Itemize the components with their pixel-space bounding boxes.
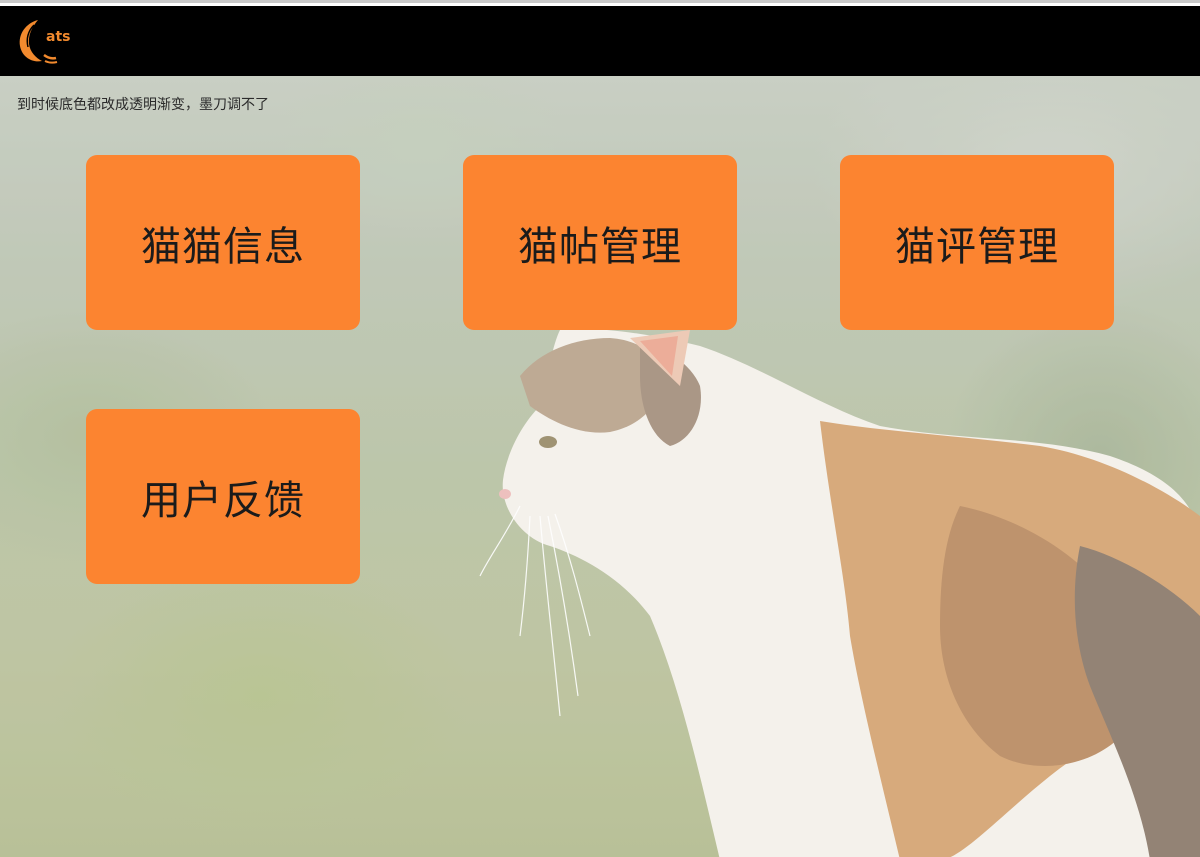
logo-text: ats <box>46 29 71 45</box>
tile-cat-info-label: 猫猫信息 <box>141 223 305 270</box>
cats-logo-icon[interactable]: ats <box>14 17 72 65</box>
tile-user-feedback-label: 用户反馈 <box>141 477 305 524</box>
page: ats 到时候底色都改成透明渐变，墨刀调不了 猫猫信息 猫帖管理 猫评管理 用户… <box>0 0 1200 857</box>
tile-cat-comment-management-label: 猫评管理 <box>895 223 1059 270</box>
tile-cat-post-management-label: 猫帖管理 <box>518 223 682 270</box>
design-note: 到时候底色都改成透明渐变，墨刀调不了 <box>17 97 269 113</box>
tile-cat-post-management[interactable]: 猫帖管理 <box>463 155 737 330</box>
tile-cat-info[interactable]: 猫猫信息 <box>86 155 360 330</box>
tile-user-feedback[interactable]: 用户反馈 <box>86 409 360 584</box>
top-bar: ats <box>0 6 1200 76</box>
tile-cat-comment-management[interactable]: 猫评管理 <box>840 155 1114 330</box>
